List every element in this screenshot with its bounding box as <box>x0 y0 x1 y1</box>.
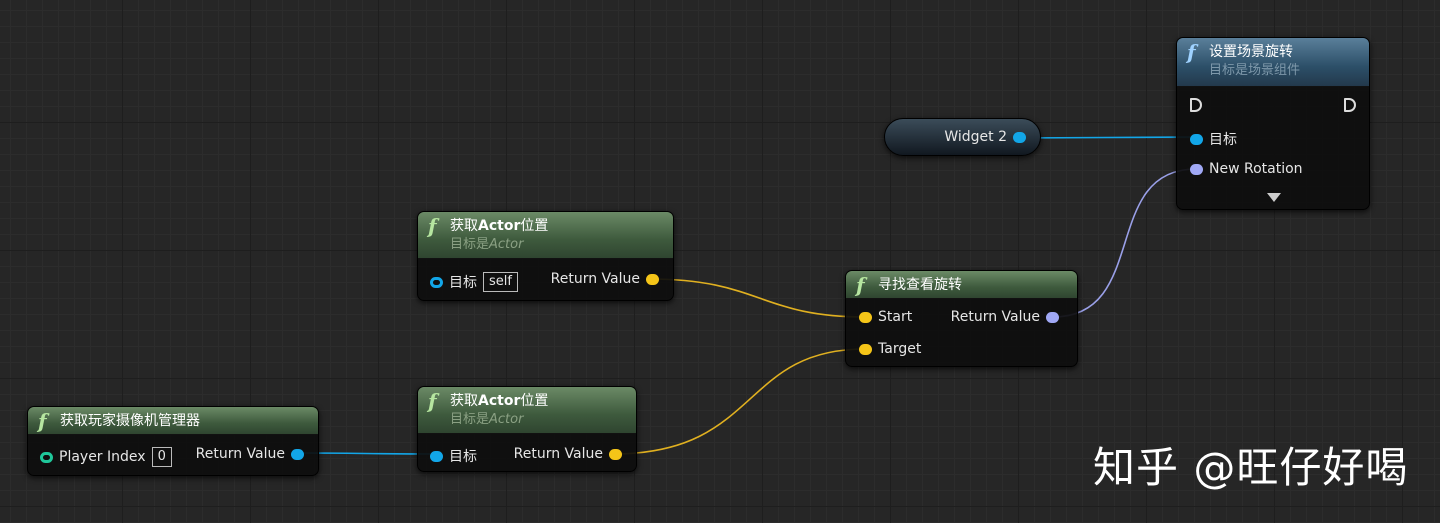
pin-label: Player Index <box>59 449 146 465</box>
function-icon: f <box>856 273 865 297</box>
exec-icon <box>1344 98 1356 112</box>
watermark: 知乎 @旺仔好喝 <box>1093 443 1409 492</box>
player-index-field[interactable]: 0 <box>151 447 172 467</box>
node-title: 设置场景旋转 <box>1209 44 1293 60</box>
function-icon: f <box>1187 40 1196 64</box>
rotator-pin-icon <box>1046 311 1059 323</box>
return-value-pin[interactable]: Return Value <box>196 446 304 462</box>
wire-widget-to-target <box>1014 136 1197 139</box>
return-value-pin[interactable]: Return Value <box>551 271 659 287</box>
target-pin[interactable]: 目标 self <box>430 272 518 292</box>
start-pin[interactable]: Start <box>859 309 912 325</box>
target-default-field[interactable]: self <box>483 272 518 292</box>
object-pin-icon <box>291 448 304 460</box>
rotator-pin-icon <box>1190 163 1203 175</box>
variable-node-widget[interactable]: Widget 2 <box>884 118 1041 156</box>
node-subtitle: 目标是场景组件 <box>1209 63 1301 78</box>
player-index-pin[interactable]: Player Index 0 <box>40 447 172 467</box>
node-title: 获取Actor位置 <box>450 393 549 409</box>
pin-label: Target <box>878 341 922 357</box>
expand-arrow-icon[interactable] <box>1267 193 1281 202</box>
target-pin[interactable]: 目标 <box>430 446 477 466</box>
exec-out-pin[interactable] <box>1344 98 1356 112</box>
function-icon: f <box>428 214 437 238</box>
node-get-actor-location-2[interactable]: f 获取Actor位置 目标是Actor 目标 Return Value <box>417 386 637 472</box>
pin-label: New Rotation <box>1209 161 1303 177</box>
node-get-player-camera-manager[interactable]: f 获取玩家摄像机管理器 Player Index 0 Return Value <box>27 406 319 476</box>
pin-label: 目标 <box>1209 132 1237 148</box>
vector-pin-icon <box>859 311 872 323</box>
node-get-actor-location-1[interactable]: f 获取Actor位置 目标是Actor 目标 self Return Value <box>417 211 674 301</box>
new-rotation-pin[interactable]: New Rotation <box>1190 161 1303 177</box>
object-pin-icon <box>430 276 443 288</box>
target-pin[interactable]: Target <box>859 341 921 357</box>
pin-label: 目标 <box>449 449 477 465</box>
node-set-world-rotation[interactable]: f 设置场景旋转 目标是场景组件 目标 New Rotation <box>1176 37 1370 210</box>
return-value-pin[interactable]: Return Value <box>514 446 622 462</box>
wire-location1-to-start <box>648 278 866 318</box>
node-subtitle: 目标是Actor <box>450 237 524 252</box>
wire-location2-to-target <box>612 348 866 455</box>
vector-pin-icon <box>609 448 622 460</box>
function-icon: f <box>38 409 47 433</box>
object-pin-icon <box>1190 133 1203 145</box>
return-value-pin[interactable]: Return Value <box>951 309 1059 325</box>
node-find-look-at-rotation[interactable]: f 寻找查看旋转 Start Target Return Value <box>845 270 1078 367</box>
vector-pin-icon <box>646 273 659 285</box>
variable-label: Widget 2 <box>944 129 1007 145</box>
pin-label: Return Value <box>513 446 603 462</box>
target-pin[interactable]: 目标 <box>1190 129 1237 149</box>
function-icon: f <box>428 389 437 413</box>
object-pin-icon <box>430 450 443 462</box>
pin-label: Return Value <box>550 271 640 287</box>
exec-in-pin[interactable] <box>1190 98 1202 112</box>
pin-label: Return Value <box>950 309 1040 325</box>
node-title: 获取玩家摄像机管理器 <box>60 413 200 429</box>
vector-pin-icon <box>859 343 872 355</box>
exec-icon <box>1190 98 1202 112</box>
widget-output-pin[interactable]: Widget 2 <box>944 129 1026 145</box>
pin-label: Start <box>878 309 913 325</box>
node-title: 寻找查看旋转 <box>878 277 962 293</box>
node-title: 获取Actor位置 <box>450 218 549 234</box>
node-subtitle: 目标是Actor <box>450 412 524 427</box>
object-pin-icon <box>1013 131 1026 143</box>
int-pin-icon <box>40 451 53 463</box>
pin-label: 目标 <box>449 275 477 291</box>
pin-label: Return Value <box>195 446 285 462</box>
